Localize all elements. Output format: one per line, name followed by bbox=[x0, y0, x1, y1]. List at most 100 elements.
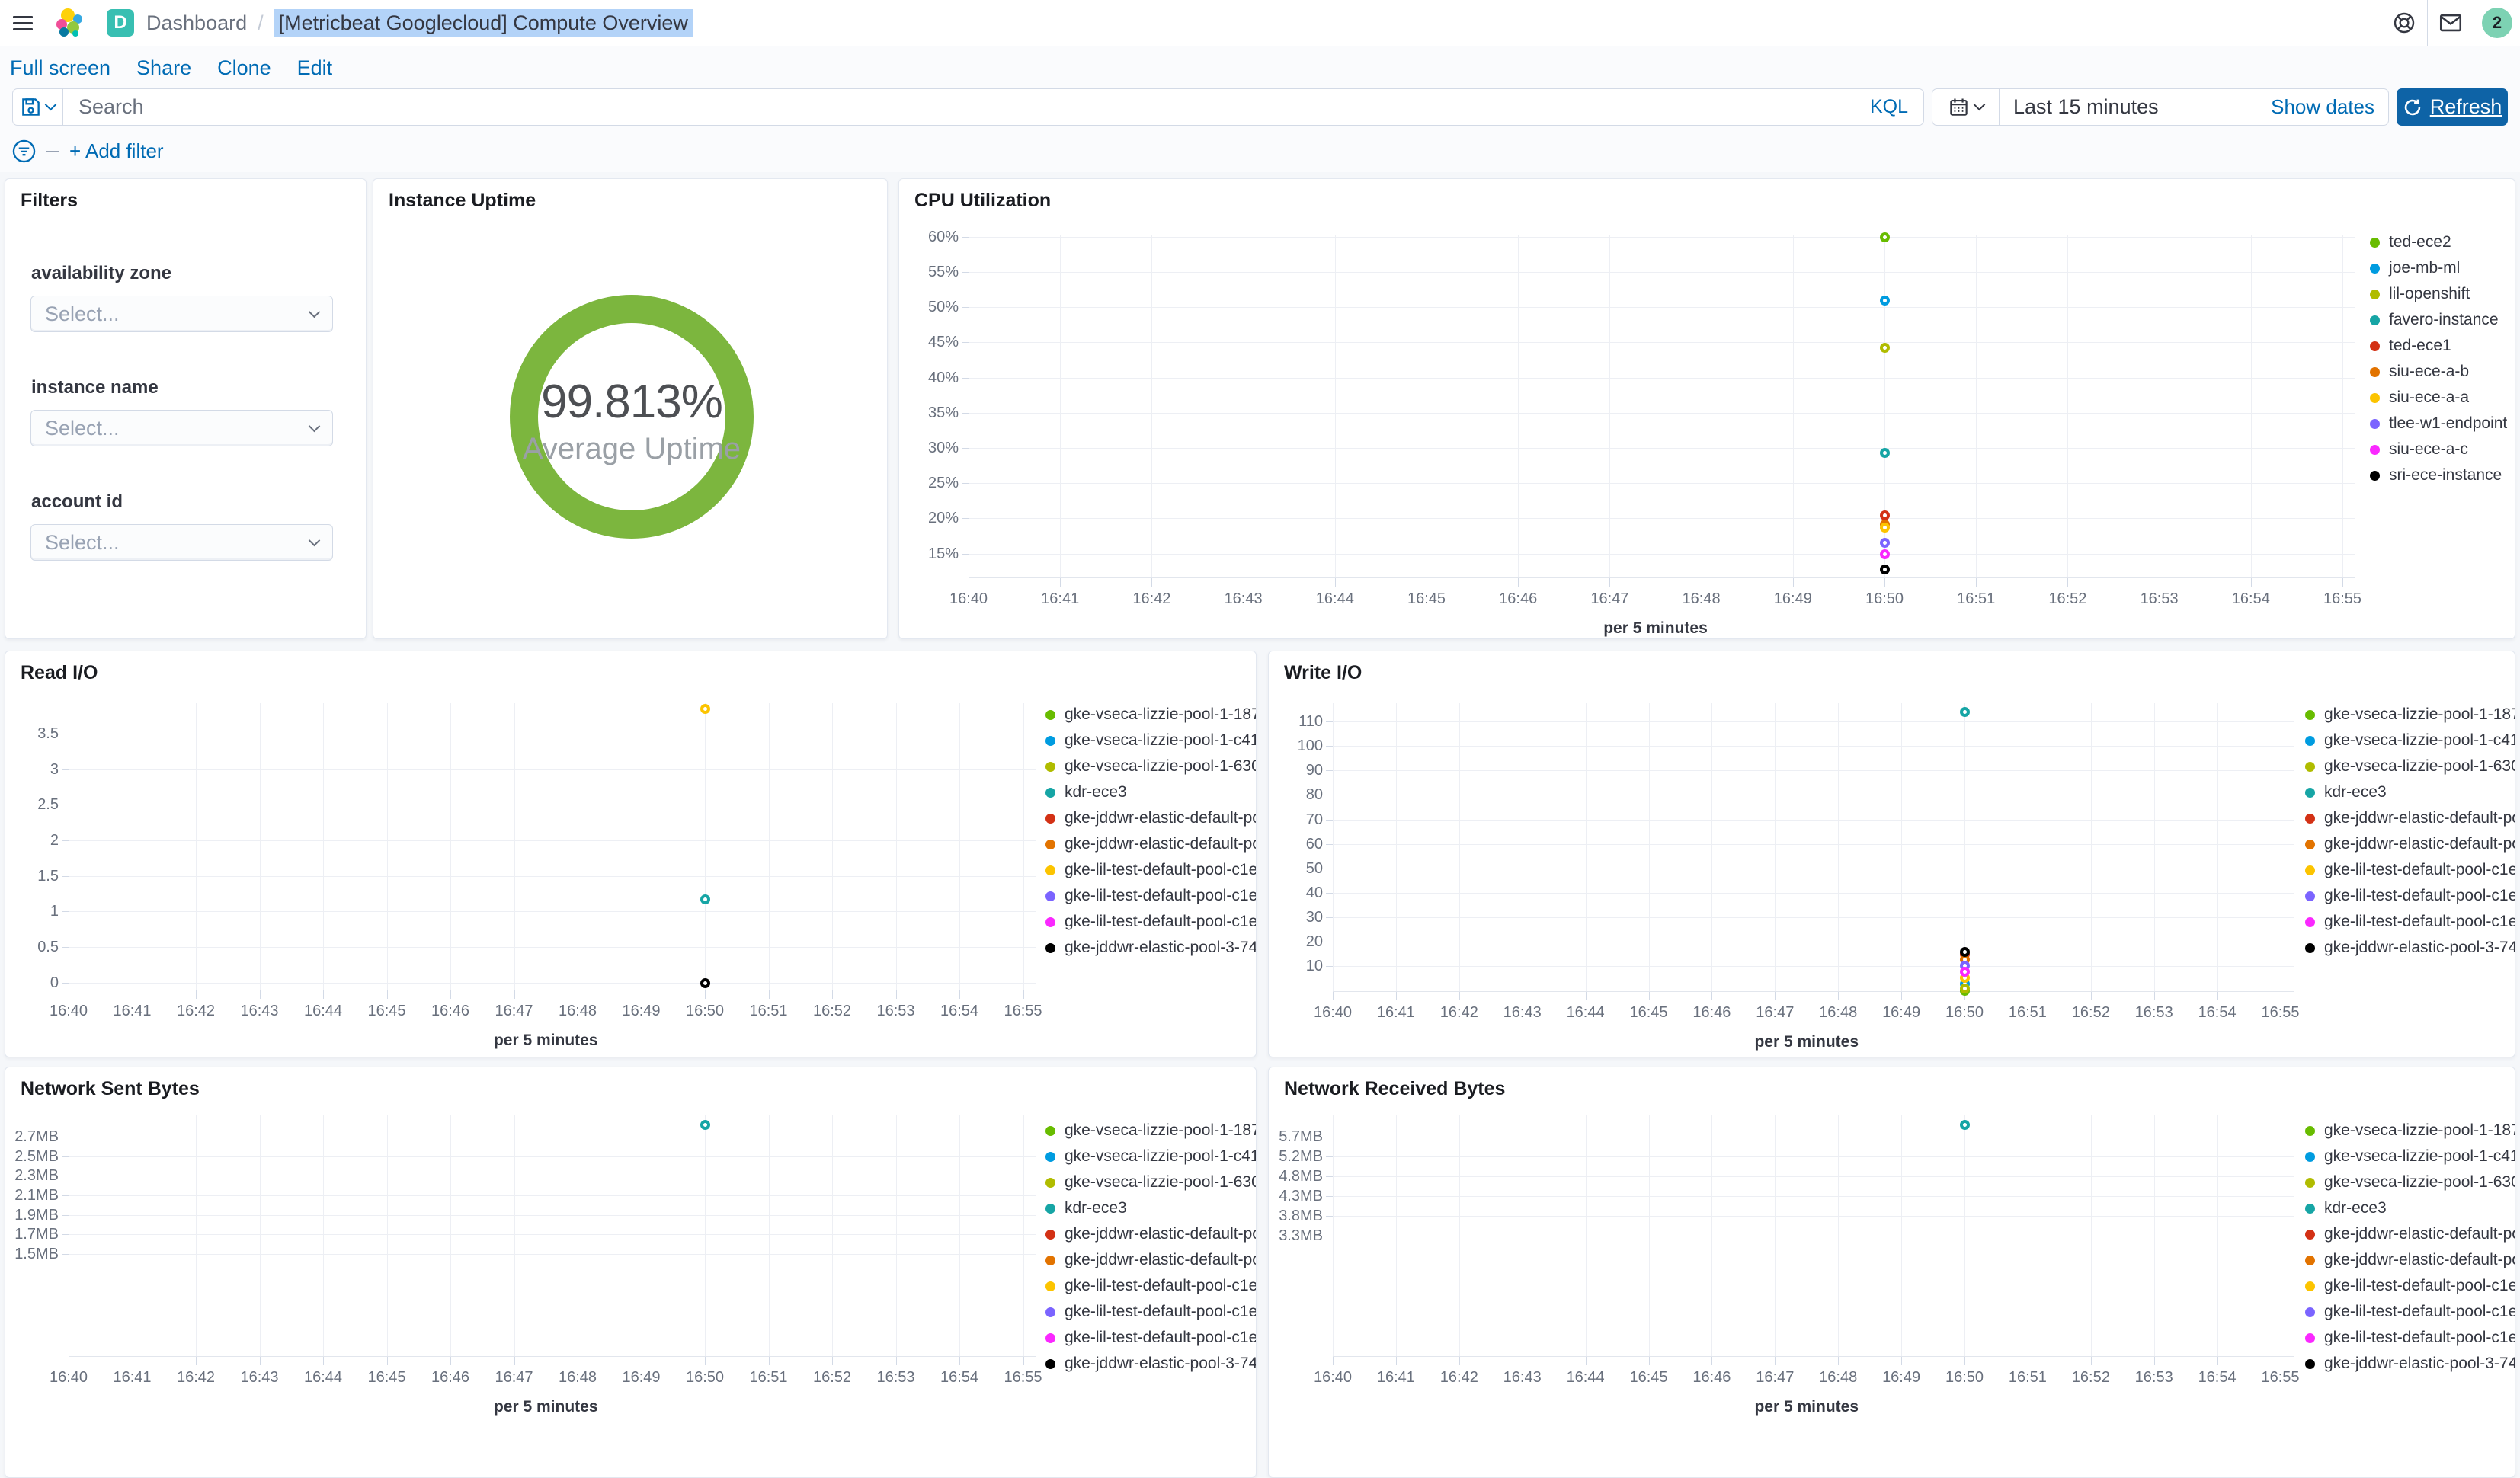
legend-item[interactable]: gke-lil-test-default-pool-c1e... bbox=[1045, 857, 1256, 883]
data-point-favero-instance[interactable] bbox=[1880, 448, 1890, 459]
legend-item[interactable]: gke-jddwr-elastic-default-po... bbox=[1045, 1221, 1256, 1247]
data-point-joe-mb-ml[interactable] bbox=[1880, 295, 1890, 306]
refresh-button[interactable]: Refresh bbox=[2397, 88, 2508, 126]
toolbar-link-edit[interactable]: Edit bbox=[297, 56, 333, 80]
legend-item[interactable]: gke-jddwr-elastic-default-po... bbox=[1045, 805, 1256, 831]
add-filter-button[interactable]: + Add filter bbox=[69, 139, 164, 163]
data-point-kdr-ece3[interactable] bbox=[700, 1120, 710, 1131]
legend-item[interactable]: tlee-w1-endpoint bbox=[2370, 411, 2507, 437]
query-language-button[interactable]: KQL bbox=[1855, 96, 1923, 118]
data-point-gke-lil-test-default-pool-c1e[interactable] bbox=[700, 704, 710, 715]
x-axis-label: 16:52 bbox=[812, 1003, 852, 1019]
user-menu-button[interactable]: 2 bbox=[2474, 0, 2520, 46]
data-point-kdr-ece3[interactable] bbox=[1960, 1120, 1970, 1131]
legend-item[interactable]: gke-jddwr-elastic-pool-3-74... bbox=[2305, 1351, 2515, 1377]
dashboard-toolbar: Full screen Share Clone Edit bbox=[10, 56, 332, 80]
legend-item[interactable]: gke-vseca-lizzie-pool-1-c417... bbox=[2305, 728, 2515, 753]
page-title[interactable]: [Metricbeat Googlecloud] Compute Overvie… bbox=[274, 8, 693, 37]
newsfeed-button[interactable] bbox=[2428, 0, 2474, 46]
legend-item[interactable]: gke-vseca-lizzie-pool-1-630... bbox=[1045, 753, 1256, 779]
legend-item[interactable]: gke-lil-test-default-pool-c1e... bbox=[1045, 1299, 1256, 1325]
legend-item[interactable]: gke-jddwr-elastic-default-po... bbox=[1045, 1247, 1256, 1273]
legend-item[interactable]: gke-lil-test-default-pool-c1e... bbox=[1045, 1273, 1256, 1299]
x-axis-label: 16:50 bbox=[1945, 1004, 1984, 1021]
legend-item[interactable]: gke-vseca-lizzie-pool-1-1877... bbox=[1045, 702, 1256, 728]
legend-item[interactable]: gke-lil-test-default-pool-c1e... bbox=[2305, 1325, 2515, 1351]
legend-item[interactable]: siu-ece-a-b bbox=[2370, 359, 2507, 385]
y-axis-label: 1.5MB bbox=[14, 1246, 59, 1263]
breadcrumb-dashboard-link[interactable]: Dashboard bbox=[146, 11, 247, 35]
legend-item[interactable]: gke-jddwr-elastic-default-po... bbox=[2305, 831, 2515, 857]
legend-item[interactable]: gke-lil-test-default-pool-c1e... bbox=[2305, 883, 2515, 909]
menu-hamburger-icon[interactable] bbox=[0, 0, 46, 46]
legend-item[interactable]: favero-instance bbox=[2370, 307, 2507, 333]
search-input[interactable] bbox=[63, 95, 1855, 119]
instance-name-select[interactable]: Select... bbox=[30, 410, 333, 446]
data-point-kdr-ece3[interactable] bbox=[700, 894, 710, 904]
legend-item[interactable]: gke-lil-test-default-pool-c1e... bbox=[2305, 1273, 2515, 1299]
account-id-select[interactable]: Select... bbox=[30, 524, 333, 561]
data-point-gke-jddwr-elastic-pool-3-74[interactable] bbox=[1960, 947, 1970, 957]
data-point-lil-openshift[interactable] bbox=[1880, 342, 1890, 353]
legend-item[interactable]: siu-ece-a-c bbox=[2370, 437, 2507, 462]
elastic-logo[interactable] bbox=[46, 8, 94, 38]
time-range-value[interactable]: Last 15 minutes bbox=[2013, 95, 2159, 119]
legend-item[interactable]: gke-vseca-lizzie-pool-1-1877... bbox=[2305, 1118, 2515, 1144]
help-button[interactable] bbox=[2381, 0, 2427, 46]
legend-item[interactable]: gke-vseca-lizzie-pool-1-1877... bbox=[2305, 702, 2515, 728]
legend-item[interactable]: gke-jddwr-elastic-pool-3-74... bbox=[2305, 935, 2515, 961]
axis-tick bbox=[962, 236, 969, 238]
legend-item[interactable]: gke-vseca-lizzie-pool-1-c417... bbox=[1045, 728, 1256, 753]
space-badge[interactable]: D bbox=[107, 9, 134, 37]
legend-item[interactable]: ted-ece2 bbox=[2370, 229, 2507, 255]
data-point-ted-ece1[interactable] bbox=[1880, 510, 1890, 520]
legend-item[interactable]: joe-mb-ml bbox=[2370, 255, 2507, 281]
legend-item[interactable]: sri-ece-instance bbox=[2370, 462, 2507, 488]
data-point-gke-lil-test-default-pool-c1e[interactable] bbox=[1960, 966, 1970, 977]
x-axis-label: 16:48 bbox=[1819, 1004, 1858, 1021]
data-point-siu-ece-a-c[interactable] bbox=[1880, 549, 1890, 559]
legend-item[interactable]: gke-jddwr-elastic-default-po... bbox=[2305, 1247, 2515, 1273]
date-quick-select-button[interactable] bbox=[1932, 89, 2000, 125]
toolbar-link-full-screen[interactable]: Full screen bbox=[10, 56, 110, 80]
data-point-ted-ece2[interactable] bbox=[1880, 232, 1890, 242]
availability-zone-select[interactable]: Select... bbox=[30, 296, 333, 332]
y-axis-label: 2.3MB bbox=[14, 1167, 59, 1185]
data-point-sri-ece-instance[interactable] bbox=[1880, 564, 1890, 574]
saved-query-menu-button[interactable] bbox=[13, 89, 63, 125]
data-point-kdr-ece3[interactable] bbox=[1960, 707, 1970, 718]
legend-item[interactable]: kdr-ece3 bbox=[2305, 1195, 2515, 1221]
legend-item[interactable]: ted-ece1 bbox=[2370, 333, 2507, 359]
legend-item[interactable]: gke-jddwr-elastic-default-po... bbox=[1045, 831, 1256, 857]
legend-item[interactable]: gke-jddwr-elastic-pool-3-74... bbox=[1045, 1351, 1256, 1377]
legend-item[interactable]: kdr-ece3 bbox=[1045, 1195, 1256, 1221]
toolbar-link-share[interactable]: Share bbox=[136, 56, 191, 80]
show-dates-button[interactable]: Show dates bbox=[2271, 95, 2374, 119]
legend-item[interactable]: gke-vseca-lizzie-pool-1-c417... bbox=[2305, 1144, 2515, 1169]
legend-item[interactable]: gke-vseca-lizzie-pool-1-1877... bbox=[1045, 1118, 1256, 1144]
legend-item[interactable]: kdr-ece3 bbox=[1045, 779, 1256, 805]
data-point-siu-ece-a-a[interactable] bbox=[1880, 522, 1890, 533]
legend-item[interactable]: gke-jddwr-elastic-pool-3-74... bbox=[1045, 935, 1256, 961]
toolbar-link-clone[interactable]: Clone bbox=[217, 56, 271, 80]
filter-options-icon[interactable] bbox=[12, 139, 36, 163]
data-point-gke-jddwr-elastic-pool-3-74[interactable] bbox=[700, 977, 710, 988]
legend-item[interactable]: gke-lil-test-default-pool-c1e... bbox=[2305, 857, 2515, 883]
legend-item[interactable]: gke-vseca-lizzie-pool-1-c417... bbox=[1045, 1144, 1256, 1169]
legend-item[interactable]: gke-lil-test-default-pool-c1e... bbox=[1045, 1325, 1256, 1351]
axis-tick bbox=[196, 990, 197, 999]
legend-item[interactable]: gke-lil-test-default-pool-c1e... bbox=[1045, 909, 1256, 935]
legend-item[interactable]: gke-vseca-lizzie-pool-1-630... bbox=[2305, 1169, 2515, 1195]
legend-item[interactable]: gke-vseca-lizzie-pool-1-630... bbox=[2305, 753, 2515, 779]
data-point-tlee-w1-endpoint[interactable] bbox=[1880, 537, 1890, 548]
legend-item[interactable]: siu-ece-a-a bbox=[2370, 385, 2507, 411]
uptime-value: 99.813% bbox=[541, 376, 723, 428]
legend-item[interactable]: gke-jddwr-elastic-default-po... bbox=[2305, 805, 2515, 831]
legend-item[interactable]: gke-jddwr-elastic-default-po... bbox=[2305, 1221, 2515, 1247]
legend-item[interactable]: lil-openshift bbox=[2370, 281, 2507, 307]
legend-item[interactable]: gke-lil-test-default-pool-c1e... bbox=[2305, 1299, 2515, 1325]
legend-item[interactable]: gke-lil-test-default-pool-c1e... bbox=[2305, 909, 2515, 935]
legend-item[interactable]: kdr-ece3 bbox=[2305, 779, 2515, 805]
legend-item[interactable]: gke-lil-test-default-pool-c1e... bbox=[1045, 883, 1256, 909]
legend-item[interactable]: gke-vseca-lizzie-pool-1-630... bbox=[1045, 1169, 1256, 1195]
